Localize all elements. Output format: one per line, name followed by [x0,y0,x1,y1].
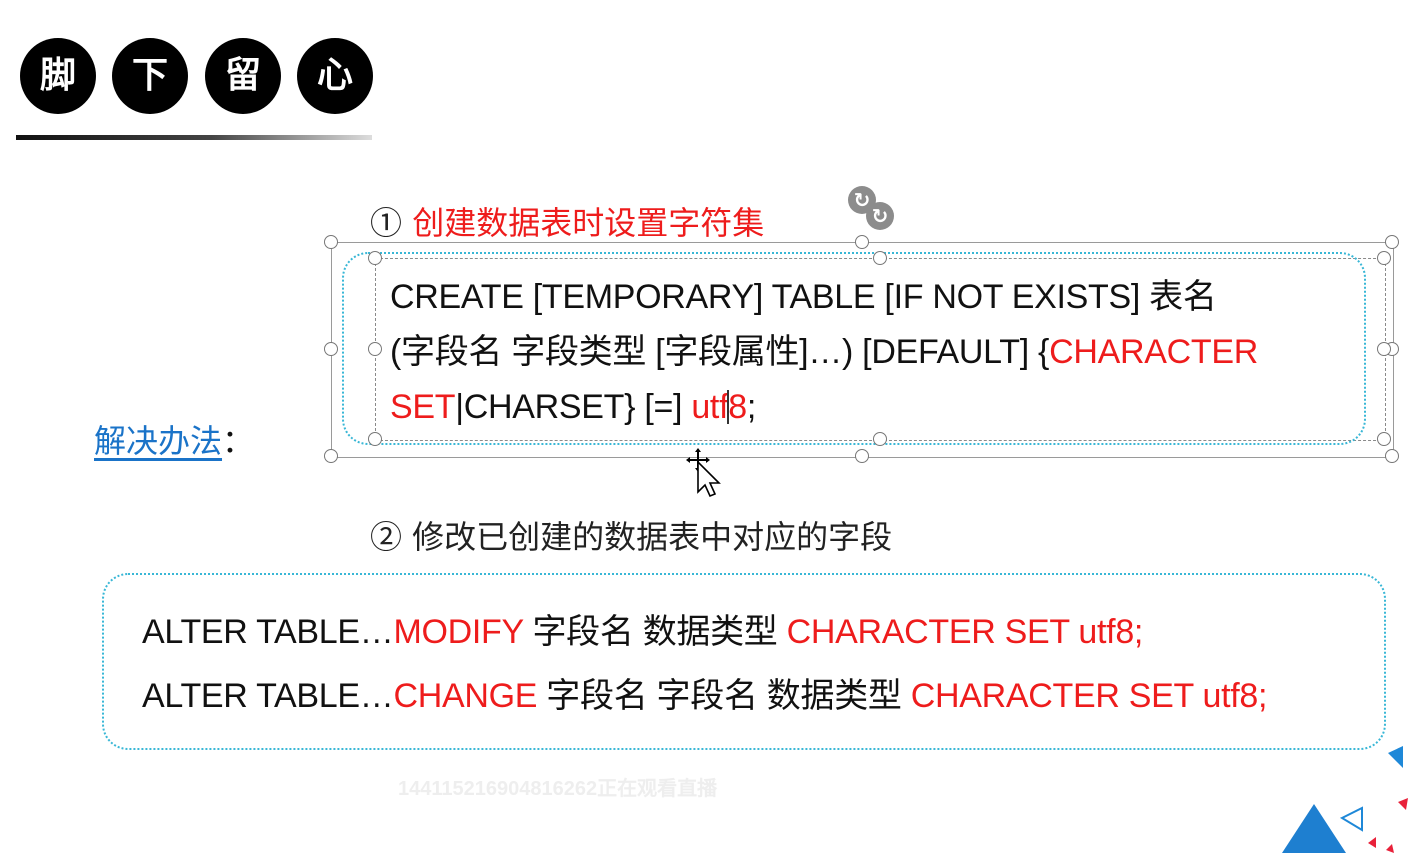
alter-code-line-2: ALTER TABLE…CHANGE 字段名 字段名 数据类型 CHARACTE… [142,664,1267,728]
resize-handle-n[interactable] [855,235,869,249]
resize-handle-se[interactable] [1385,449,1399,463]
resize-handle-ne[interactable] [1385,235,1399,249]
create-table-code[interactable]: CREATE [TEMPORARY] TABLE [IF NOT EXISTS]… [390,270,1370,435]
create-code-line-1: CREATE [TEMPORARY] TABLE [IF NOT EXISTS]… [390,278,1217,316]
step1-number: ① [370,204,403,242]
code-keyword: 8 [728,388,747,426]
code-keyword: CHARACTER [1049,333,1258,371]
decorative-triangles-icon [1282,746,1408,853]
solution-link[interactable]: 解决办法 [94,422,222,460]
code-text: |CHARSET} [=] [455,388,692,426]
code-text: 字段名 数据类型 [523,613,787,651]
code-text: ALTER TABLE… [142,613,394,651]
move-cursor-icon [686,448,721,498]
code-keyword: MODIFY [393,613,524,651]
resize-handle-s[interactable] [855,449,869,463]
inner-handle-sw[interactable] [368,432,382,446]
inner-handle-w[interactable] [368,342,382,356]
header-circle-2: 下 [112,38,188,114]
code-keyword: SET [390,388,456,426]
alter-table-code[interactable]: ALTER TABLE…MODIFY 字段名 数据类型 CHARACTER SE… [142,600,1267,728]
inner-handle-nw[interactable] [368,251,382,265]
resize-handle-sw[interactable] [324,449,338,463]
create-code-line-3: SET|CHARSET} [=] utf8; [390,380,1370,435]
step1-heading: ① 创建数据表时设置字符集 [370,198,764,244]
step1-title: 创建数据表时设置字符集 [412,204,765,242]
code-text: (字段名 字段类型 [字段属性]…) [DEFAULT] { [390,333,1050,371]
header-divider [16,135,372,140]
code-text: ; [746,388,756,426]
code-keyword: utf [691,388,729,426]
code-keyword: CHARACTER SET utf8; [910,677,1268,715]
inner-handle-ne[interactable] [1377,251,1391,265]
live-viewers-watermark: 14411521690481626​2正在观看直播 [398,778,718,800]
solution-colon: ： [222,422,255,460]
create-code-line-2: (字段名 字段类型 [字段属性]…) [DEFAULT] {CHARACTER [390,325,1370,380]
inner-handle-se[interactable] [1377,432,1391,446]
solution-label: 解决办法： [94,416,254,462]
alter-code-line-1: ALTER TABLE…MODIFY 字段名 数据类型 CHARACTER SE… [142,600,1267,664]
header-circle-1: 脚 [20,38,96,114]
code-keyword: CHANGE [393,677,538,715]
resize-handle-nw[interactable] [324,235,338,249]
code-text: ALTER TABLE… [142,677,394,715]
rotate-icon[interactable]: ↻ [866,202,894,230]
resize-handle-w[interactable] [324,342,338,356]
header-circle-4: 心 [297,38,373,114]
code-keyword: CHARACTER SET utf8; [786,613,1144,651]
header-circle-3: 留 [205,38,281,114]
inner-handle-e[interactable] [1377,342,1391,356]
step2-heading: ② 修改已创建的数据表中对应的字段 [370,518,893,556]
slide: 脚 下 留 心 ① 创建数据表时设置字符集 解决办法： ↻ ↻ CREATE [… [0,0,1415,853]
code-text: 字段名 字段名 数据类型 [537,677,911,715]
inner-handle-n[interactable] [873,251,887,265]
